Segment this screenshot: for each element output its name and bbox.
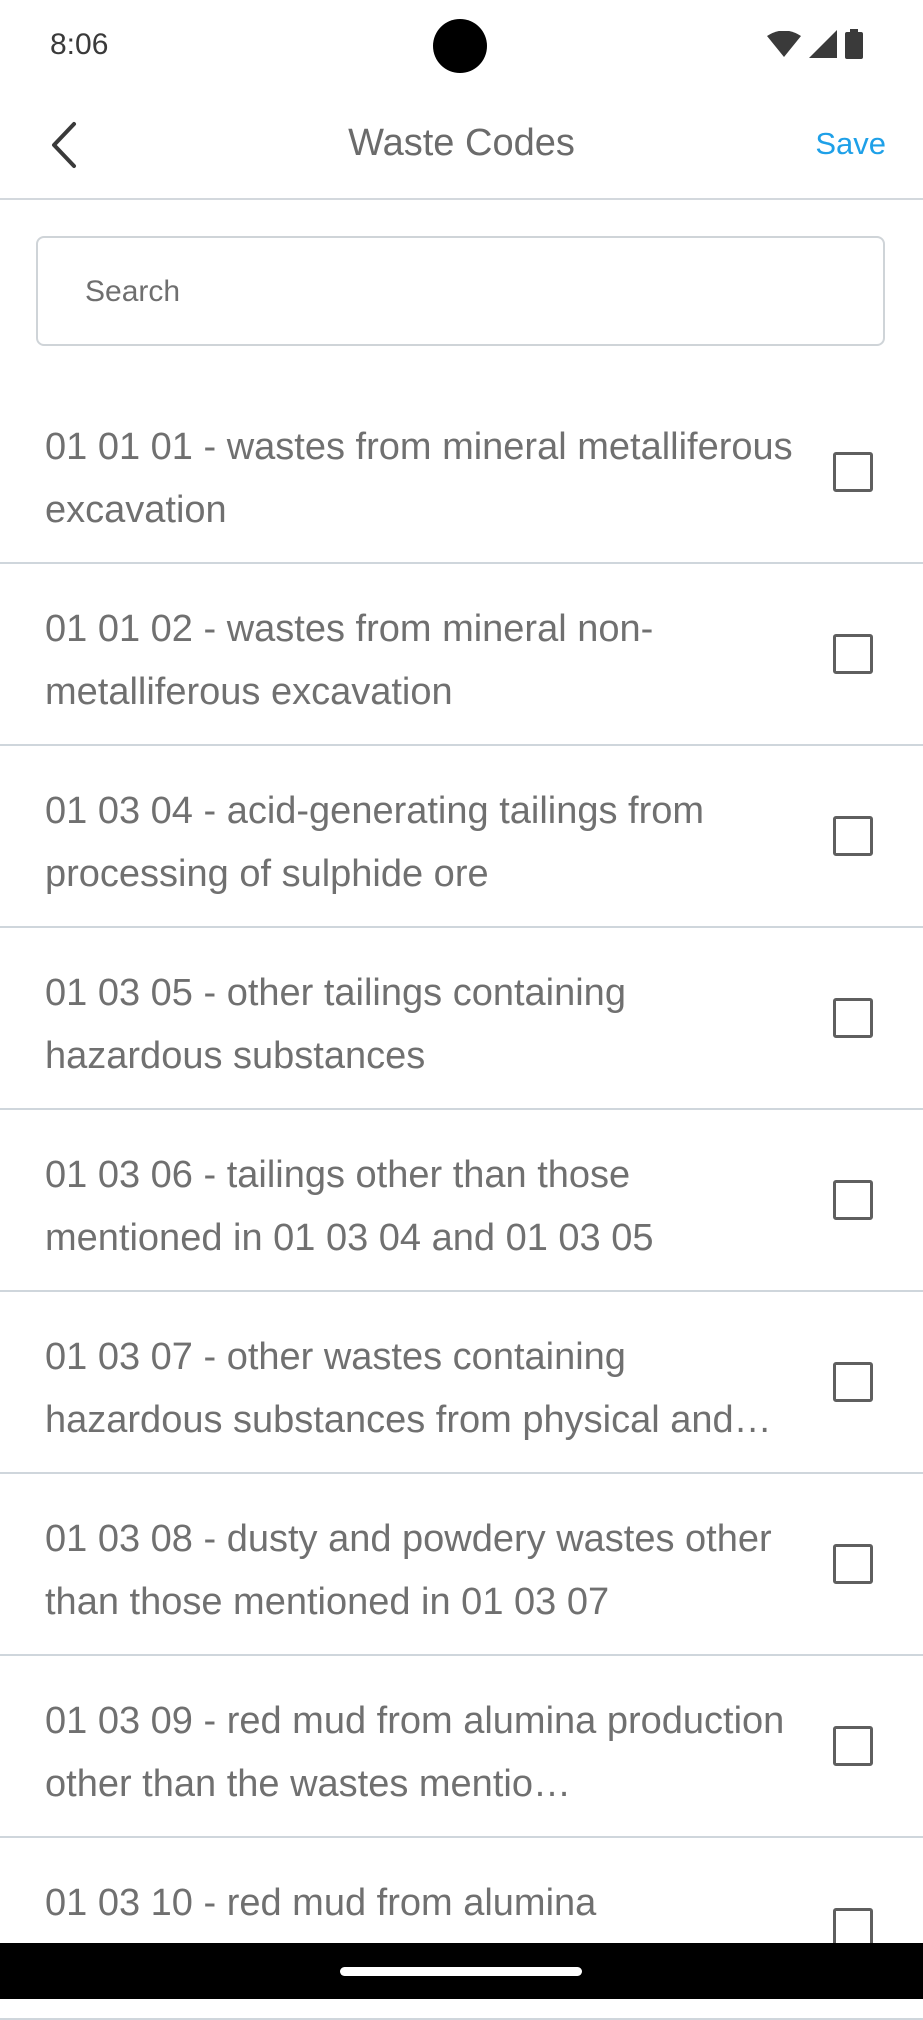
search-box — [36, 236, 885, 346]
app-header: Waste Codes Save — [0, 92, 923, 200]
search-input[interactable] — [83, 238, 847, 346]
checkbox[interactable] — [833, 1544, 873, 1584]
list-item[interactable]: 01 03 07 - other wastes containing hazar… — [0, 1292, 923, 1474]
status-icons — [767, 28, 863, 64]
list-item[interactable]: 01 03 09 - red mud from alumina producti… — [0, 1656, 923, 1838]
page-title: Waste Codes — [348, 122, 575, 164]
checkbox[interactable] — [833, 1362, 873, 1402]
list-item-label: 01 03 07 - other wastes containing hazar… — [45, 1336, 772, 1441]
checkbox[interactable] — [833, 1726, 873, 1766]
camera-cutout — [433, 19, 487, 73]
list-item-label: 01 03 10 - red mud from alumina — [45, 1882, 597, 1924]
checkbox[interactable] — [833, 1908, 873, 1948]
status-bar: 8:06 — [0, 0, 923, 92]
list-item[interactable]: 01 03 08 - dusty and powdery wastes othe… — [0, 1474, 923, 1656]
waste-code-list: 01 01 01 - wastes from mineral metallife… — [0, 382, 923, 2020]
checkbox[interactable] — [833, 634, 873, 674]
list-item-label: 01 03 04 - acid-generating tailings from… — [45, 790, 705, 895]
signal-icon — [809, 29, 837, 63]
save-button[interactable]: Save — [815, 126, 886, 162]
list-item[interactable]: 01 03 05 - other tailings containing haz… — [0, 928, 923, 1110]
wifi-icon — [767, 30, 801, 62]
status-time: 8:06 — [50, 28, 109, 61]
list-item[interactable]: 01 01 02 - wastes from mineral non-metal… — [0, 564, 923, 746]
battery-icon — [845, 28, 863, 64]
list-item[interactable]: 01 03 04 - acid-generating tailings from… — [0, 746, 923, 928]
checkbox[interactable] — [833, 998, 873, 1038]
checkbox[interactable] — [833, 452, 873, 492]
system-nav-bar — [0, 1943, 923, 1999]
checkbox[interactable] — [833, 1180, 873, 1220]
home-indicator[interactable] — [340, 1967, 582, 1976]
list-item[interactable]: 01 01 01 - wastes from mineral metallife… — [0, 382, 923, 564]
list-item[interactable]: 01 03 06 - tailings other than those men… — [0, 1110, 923, 1292]
list-item-label: 01 01 02 - wastes from mineral non-metal… — [45, 608, 654, 713]
checkbox[interactable] — [833, 816, 873, 856]
chevron-left-icon — [38, 122, 98, 180]
list-item-label: 01 01 01 - wastes from mineral metallife… — [45, 426, 793, 531]
list-item-label: 01 03 06 - tailings other than those men… — [45, 1154, 654, 1259]
list-item-label: 01 03 08 - dusty and powdery wastes othe… — [45, 1518, 772, 1623]
list-item-label: 01 03 05 - other tailings containing haz… — [45, 972, 626, 1077]
list-item-label: 01 03 09 - red mud from alumina producti… — [45, 1700, 785, 1805]
